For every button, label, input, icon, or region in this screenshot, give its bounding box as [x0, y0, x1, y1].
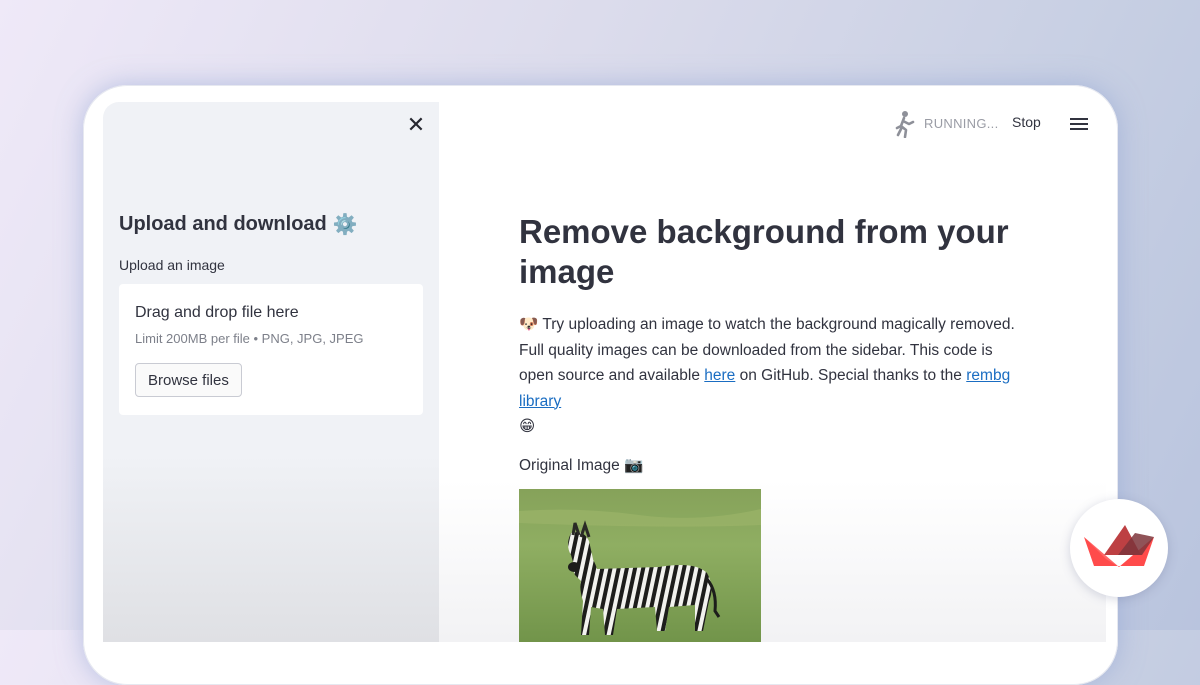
streamlit-logo-badge[interactable]: [1070, 499, 1168, 597]
streamlit-logo-icon: [1084, 525, 1154, 567]
topbar: RUNNING... Stop: [846, 102, 1106, 146]
page-title: Remove background from your image: [519, 213, 1009, 290]
sidebar: ✕ Upload and download ⚙️ Upload an image…: [103, 102, 439, 642]
file-dropzone[interactable]: Drag and drop file here Limit 200MB per …: [119, 284, 423, 415]
sidebar-title: Upload and download ⚙️: [119, 212, 358, 237]
running-person-icon: [895, 111, 915, 138]
upload-label: Upload an image: [119, 257, 225, 273]
intro-paragraph: 🐶 Try uploading an image to watch the ba…: [519, 312, 1019, 440]
intro-text-2: on GitHub. Special thanks to the: [739, 367, 962, 384]
sidebar-title-text: Upload and download: [119, 213, 327, 235]
close-icon[interactable]: ✕: [405, 114, 427, 136]
zebra-photo: [519, 488, 761, 642]
dog-emoji: 🐶: [519, 316, 539, 333]
original-image-text: Original Image: [519, 456, 620, 474]
dropzone-limit: Limit 200MB per file • PNG, JPG, JPEG: [135, 331, 364, 346]
stop-button[interactable]: Stop: [1008, 112, 1045, 132]
grin-emoji: 😁: [519, 418, 536, 435]
hamburger-menu-icon[interactable]: [1070, 115, 1088, 131]
github-link[interactable]: here: [704, 367, 735, 384]
camera-emoji: 📷: [624, 456, 644, 474]
browse-files-button[interactable]: Browse files: [135, 363, 242, 397]
gear-icon: ⚙️: [332, 214, 358, 236]
app-window: ✕ Upload and download ⚙️ Upload an image…: [103, 102, 1106, 642]
running-status: RUNNING...: [924, 116, 999, 131]
original-image-label: Original Image 📷: [519, 456, 1019, 475]
dropzone-title: Drag and drop file here: [135, 304, 299, 321]
main-content: Remove background from your image 🐶 Try …: [519, 212, 1019, 642]
